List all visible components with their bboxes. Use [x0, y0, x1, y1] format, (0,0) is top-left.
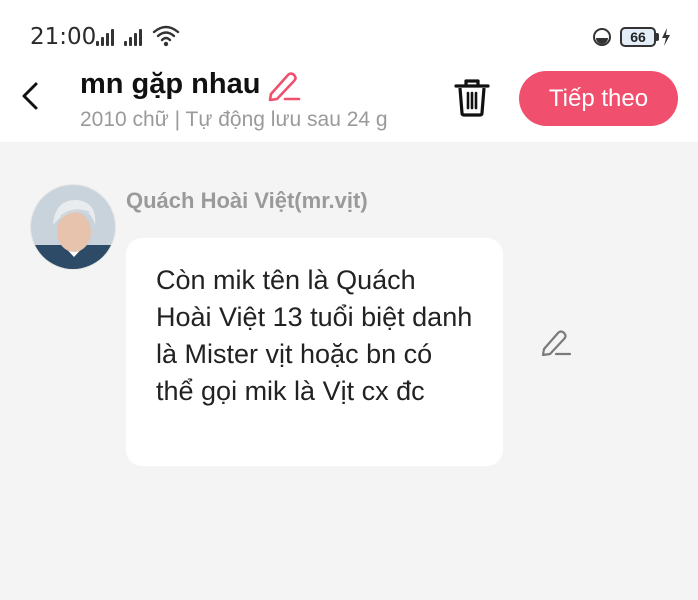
battery-cap	[656, 33, 659, 41]
message-text: Còn mik tên là Quách Hoài Việt 13 tuổi b…	[156, 265, 473, 406]
battery-icon: 66	[620, 27, 656, 47]
story-title: mn gặp nhau	[80, 68, 261, 100]
top-bar: 21:00 66 mn gặp nhau 2010 chữ | Tự động …	[0, 0, 698, 142]
battery-level: 66	[630, 29, 646, 45]
back-icon[interactable]	[16, 78, 46, 114]
status-time: 21:00	[30, 24, 97, 50]
edit-icon[interactable]	[266, 68, 302, 102]
avatar-image	[31, 185, 115, 269]
do-not-disturb-icon	[593, 28, 611, 46]
wifi-icon	[152, 25, 180, 47]
story-meta: 2010 chữ | Tự động lưu sau 24 g	[80, 108, 388, 131]
charging-icon	[662, 28, 670, 46]
avatar	[30, 184, 116, 270]
signal-icon	[124, 28, 146, 46]
author-name: Quách Hoài Việt(mr.vịt)	[126, 188, 368, 213]
trash-icon[interactable]	[452, 76, 492, 118]
next-button[interactable]: Tiếp theo	[519, 71, 678, 126]
message-bubble: Còn mik tên là Quách Hoài Việt 13 tuổi b…	[126, 238, 503, 466]
signal-icon	[96, 28, 118, 46]
edit-message-icon[interactable]	[540, 326, 572, 356]
